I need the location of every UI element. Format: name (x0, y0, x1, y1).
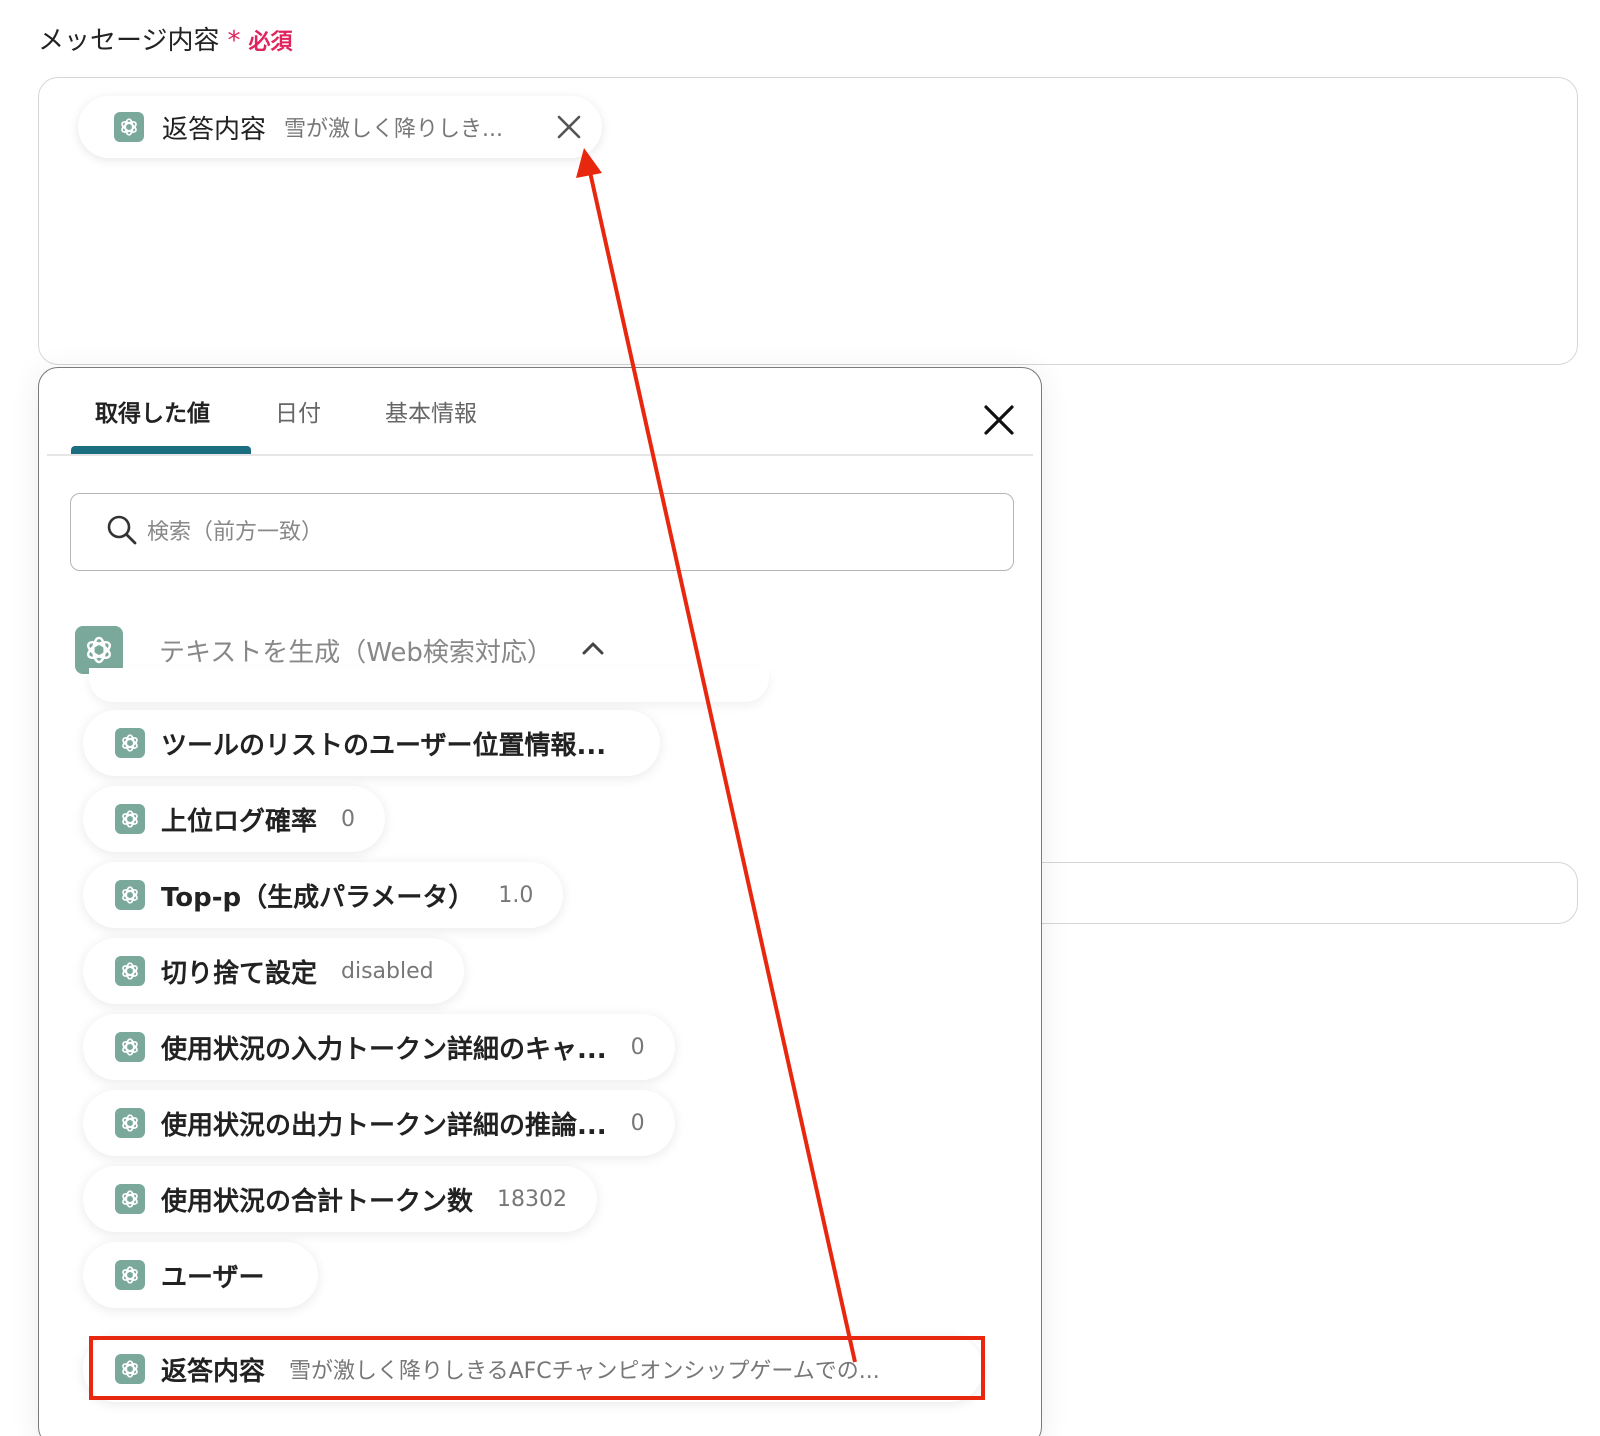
tab-acquired-values[interactable]: 取得した値 (95, 394, 210, 428)
highlight-box (89, 1336, 985, 1400)
item-key: 上位ログ確率 (161, 806, 318, 837)
item-value: 0 (630, 1110, 645, 1136)
item-key: 使用状況の入力トークン詳細のキャ... (161, 1034, 607, 1065)
list-item[interactable]: ツールのリストのユーザー位置情報... (83, 710, 661, 776)
partially-scrolled-item (89, 668, 769, 702)
inserted-value-chip[interactable]: 返答内容 雪が激しく降りしき... (78, 96, 602, 158)
value-picker-popup: 取得した値 日付 基本情報 テキストを生成（Web検索対応） ツールのリストのユ… (38, 367, 1042, 1436)
section-header-generate-text[interactable]: テキストを生成（Web検索対応） (75, 626, 605, 674)
list-item[interactable]: Top-p（生成パラメータ） 1.0 (83, 862, 564, 928)
openai-icon (75, 626, 123, 674)
chevron-up-icon[interactable] (581, 640, 605, 660)
message-field-label: メッセージ内容 * 必須 (38, 20, 293, 57)
item-value: 0 (341, 806, 356, 832)
item-value: 1.0 (498, 882, 534, 908)
list-item[interactable]: 使用状況の出力トークン詳細の推論... 0 (83, 1090, 675, 1156)
openai-icon (114, 112, 144, 142)
item-key: 切り捨て設定 (161, 958, 318, 989)
tab-basic-info[interactable]: 基本情報 (385, 394, 477, 428)
search-icon (105, 513, 139, 551)
item-value: 18302 (497, 1186, 568, 1212)
list-item[interactable]: 切り捨て設定 disabled (83, 938, 464, 1004)
tab-date[interactable]: 日付 (275, 394, 321, 428)
list-item[interactable]: ユーザー (83, 1242, 319, 1308)
openai-icon (115, 956, 145, 986)
required-star: * (227, 26, 241, 56)
item-value: 0 (630, 1034, 645, 1060)
chip-key: 返答内容 (162, 114, 267, 145)
search-field[interactable] (70, 493, 1014, 571)
openai-icon (115, 880, 145, 910)
item-key: 使用状況の合計トークン数 (161, 1186, 474, 1217)
openai-icon (115, 804, 145, 834)
chip-remove-icon[interactable] (554, 112, 584, 142)
field-label-text: メッセージ内容 (38, 26, 220, 56)
openai-icon (115, 1108, 145, 1138)
active-tab-indicator (71, 446, 251, 454)
background-input-field[interactable] (1010, 862, 1578, 924)
item-key: ユーザー (161, 1262, 265, 1293)
item-key: 使用状況の出力トークン詳細の推論... (161, 1110, 607, 1141)
list-item[interactable]: 使用状況の入力トークン詳細のキャ... 0 (83, 1014, 675, 1080)
list-item[interactable]: 使用状況の合計トークン数 18302 (83, 1166, 598, 1232)
section-title: テキストを生成（Web検索対応） (159, 637, 553, 668)
openai-icon (115, 1184, 145, 1214)
search-input[interactable] (147, 519, 947, 545)
openai-icon (115, 1032, 145, 1062)
openai-icon (115, 1260, 145, 1290)
chip-value: 雪が激しく降りしき... (284, 117, 503, 142)
openai-icon (115, 728, 145, 758)
popup-tab-bar: 取得した値 日付 基本情報 (47, 368, 1033, 456)
item-value: disabled (341, 958, 434, 984)
list-item[interactable]: 上位ログ確率 0 (83, 786, 386, 852)
popup-close-icon[interactable] (979, 400, 1019, 440)
item-key: ツールのリストのユーザー位置情報... (161, 730, 607, 761)
item-key: Top-p（生成パラメータ） (161, 882, 475, 913)
required-text: 必須 (248, 30, 293, 55)
